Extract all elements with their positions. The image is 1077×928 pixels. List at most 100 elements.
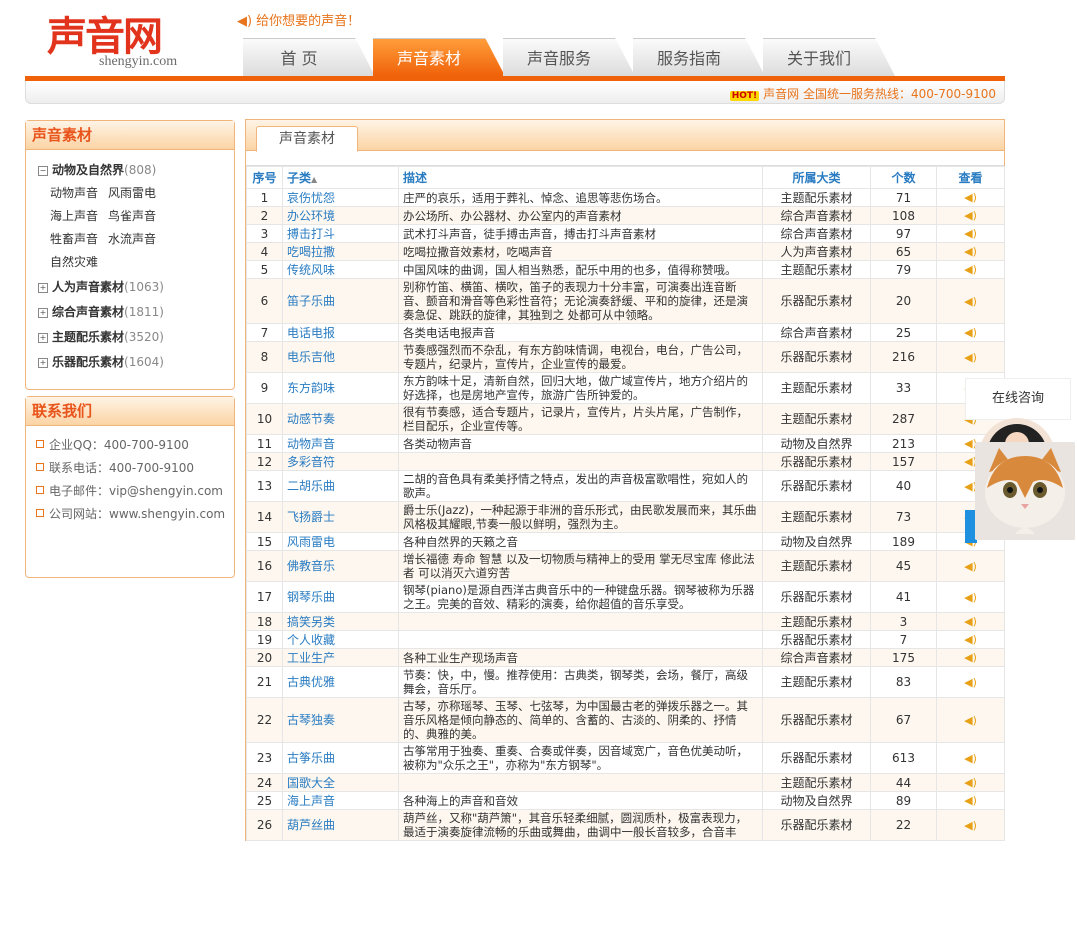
row-view[interactable]: ◀)	[936, 630, 1005, 649]
subcategory-link[interactable]: 电乐吉他	[282, 341, 399, 373]
row-view[interactable]: ◀)	[936, 341, 1005, 373]
contact-website[interactable]: 公司网站：www.shengyin.com	[36, 503, 234, 526]
expand-icon[interactable]: +	[38, 333, 48, 343]
row-view[interactable]: ◀)	[936, 224, 1005, 243]
col-count[interactable]: 个数	[870, 166, 937, 189]
subcategory-link[interactable]: 办公环境	[282, 206, 399, 225]
col-index[interactable]: 序号	[246, 166, 283, 189]
row-view[interactable]: ◀)	[936, 791, 1005, 810]
subcategory-link[interactable]: 国歌大全	[282, 773, 399, 792]
row-view[interactable]: ◀)	[936, 648, 1005, 667]
category-item[interactable]: + 人为声音素材(1063)	[38, 275, 234, 299]
category-item[interactable]: + 主题配乐素材(3520)	[38, 325, 234, 349]
subcategory-link[interactable]: 海上声音	[282, 791, 399, 810]
contact-email[interactable]: 电子邮件：vip@shengyin.com	[36, 480, 234, 503]
subcategory-link[interactable]: 吃喝拉撒	[282, 242, 399, 261]
row-view[interactable]: ◀)	[936, 323, 1005, 342]
speaker-icon[interactable]: ◀)	[964, 591, 977, 604]
subcategory-link[interactable]: 风雨雷电	[282, 532, 399, 551]
speaker-icon[interactable]: ◀)	[964, 714, 977, 727]
collapse-icon[interactable]: −	[38, 166, 48, 176]
row-view[interactable]: ◀)	[936, 773, 1005, 792]
subcategory-link[interactable]: 古典优雅	[282, 666, 399, 698]
subcategory-link[interactable]: 动物声音	[282, 434, 399, 453]
col-category[interactable]: 所属大类	[762, 166, 871, 189]
speaker-icon[interactable]: ◀)	[964, 752, 977, 765]
speaker-icon[interactable]: ◀)	[964, 776, 977, 789]
row-view[interactable]: ◀)	[936, 581, 1005, 613]
row-description: 节奏感强烈而不杂乱，有东方韵味情调，电视台，电台，广告公司，专题片，纪录片，宣传…	[398, 341, 763, 373]
row-view[interactable]: ◀)	[936, 697, 1005, 743]
expand-icon[interactable]: +	[38, 283, 48, 293]
row-view[interactable]: ◀)	[936, 612, 1005, 631]
subcategory-item[interactable]: 动物声音	[50, 182, 98, 205]
row-view[interactable]: ◀)	[936, 188, 1005, 207]
subcategory-link[interactable]: 电话电报	[282, 323, 399, 342]
subcategory-link[interactable]: 动感节奏	[282, 403, 399, 435]
row-view[interactable]: ◀)	[936, 206, 1005, 225]
subcategory-link[interactable]: 葫芦丝曲	[282, 809, 399, 841]
subcategory-item[interactable]: 牲畜声音	[50, 228, 98, 251]
expand-icon[interactable]: +	[38, 358, 48, 368]
speaker-icon[interactable]: ◀)	[964, 295, 977, 308]
row-view[interactable]: ◀)	[936, 742, 1005, 774]
speaker-icon[interactable]: ◀)	[964, 351, 977, 364]
logo[interactable]: 声音网 shengyin.com	[47, 4, 227, 72]
online-consult-widget[interactable]: 在线咨询	[965, 378, 1075, 543]
tab-sound-services[interactable]: 声音服务	[503, 38, 635, 76]
col-description[interactable]: 描述	[398, 166, 763, 189]
speaker-icon[interactable]: ◀)	[964, 615, 977, 628]
subcategory-link[interactable]: 搞笑另类	[282, 612, 399, 631]
subcategory-item[interactable]: 海上声音	[50, 205, 98, 228]
speaker-icon[interactable]: ◀)	[964, 676, 977, 689]
tab-sound-materials[interactable]: 声音素材	[373, 38, 505, 76]
speaker-icon[interactable]: ◀)	[964, 633, 977, 646]
row-view[interactable]: ◀)	[936, 260, 1005, 279]
speaker-icon[interactable]: ◀)	[964, 245, 977, 258]
subcategory-link[interactable]: 东方韵味	[282, 372, 399, 404]
subcategory-link[interactable]: 哀伤忧怨	[282, 188, 399, 207]
subcategory-link[interactable]: 二胡乐曲	[282, 470, 399, 502]
subcategory-item[interactable]: 水流声音	[108, 228, 156, 251]
row-view[interactable]: ◀)	[936, 809, 1005, 841]
category-item[interactable]: − 动物及自然界(808)	[38, 158, 234, 182]
speaker-icon[interactable]: ◀)	[964, 794, 977, 807]
speaker-icon[interactable]: ◀)	[964, 819, 977, 832]
row-view[interactable]: ◀)	[936, 242, 1005, 261]
speaker-icon[interactable]: ◀)	[964, 326, 977, 339]
subcategory-item[interactable]: 风雨雷电	[108, 182, 156, 205]
col-view[interactable]: 查看	[936, 166, 1005, 189]
speaker-icon[interactable]: ◀)	[964, 227, 977, 240]
speaker-icon[interactable]: ◀)	[964, 209, 977, 222]
speaker-icon[interactable]: ◀)	[964, 191, 977, 204]
subcategory-link[interactable]: 佛教音乐	[282, 550, 399, 582]
speaker-icon[interactable]: ◀)	[964, 263, 977, 276]
speaker-icon[interactable]: ◀)	[964, 651, 977, 664]
subcategory-link[interactable]: 搏击打斗	[282, 224, 399, 243]
tab-home[interactable]: 首 页	[243, 38, 375, 76]
subcategory-link[interactable]: 工业生产	[282, 648, 399, 667]
table-row: 18 搞笑另类 主题配乐素材 3 ◀)	[246, 612, 1005, 631]
category-item[interactable]: + 乐器配乐素材(1604)	[38, 350, 234, 374]
subcategory-item[interactable]: 自然灾难	[50, 251, 98, 274]
row-view[interactable]: ◀)	[936, 278, 1005, 324]
subcategory-link[interactable]: 钢琴乐曲	[282, 581, 399, 613]
subcategory-link[interactable]: 笛子乐曲	[282, 278, 399, 324]
speaker-icon[interactable]: ◀)	[964, 560, 977, 573]
tab-about-us[interactable]: 关于我们	[763, 38, 895, 76]
row-view[interactable]: ◀)	[936, 550, 1005, 582]
col-subcategory[interactable]: 子类▲	[282, 166, 399, 189]
category-item[interactable]: + 综合声音素材(1811)	[38, 300, 234, 324]
expand-icon[interactable]: +	[38, 308, 48, 318]
content-tab[interactable]: 声音素材	[256, 126, 358, 152]
subcategory-item[interactable]: 鸟雀声音	[108, 205, 156, 228]
subcategory-link[interactable]: 多彩音符	[282, 452, 399, 471]
subcategory-link[interactable]: 飞扬爵士	[282, 501, 399, 533]
subcategory-link[interactable]: 古筝乐曲	[282, 742, 399, 774]
subcategory-link[interactable]: 古琴独奏	[282, 697, 399, 743]
tab-service-guide[interactable]: 服务指南	[633, 38, 765, 76]
subcategory-link[interactable]: 个人收藏	[282, 630, 399, 649]
row-category: 人为声音素材	[762, 242, 871, 261]
subcategory-link[interactable]: 传统风味	[282, 260, 399, 279]
row-view[interactable]: ◀)	[936, 666, 1005, 698]
